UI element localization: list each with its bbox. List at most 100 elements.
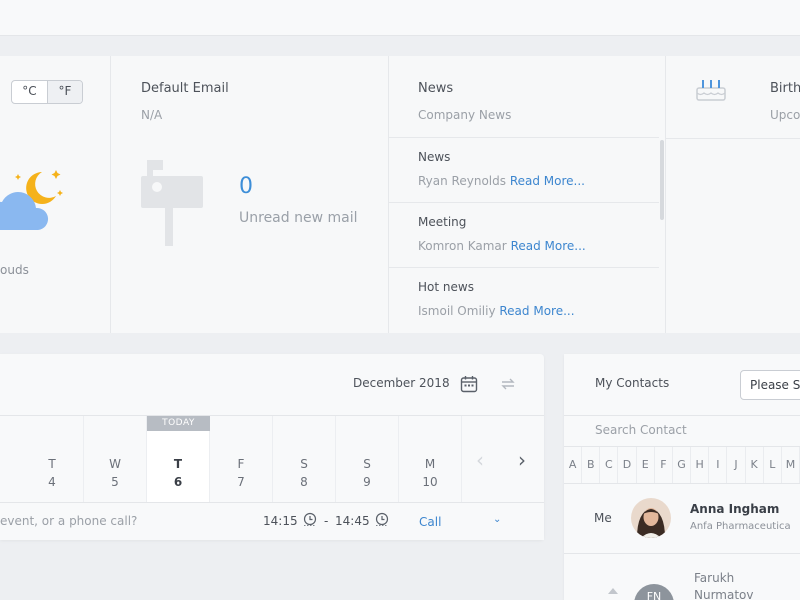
event-title-input[interactable]: event, or a phone call? — [0, 514, 137, 528]
caret-up-icon — [608, 588, 618, 594]
today-badge: TODAY — [147, 416, 210, 431]
day-cell[interactable]: M 10 — [399, 416, 462, 502]
day-letter: M — [424, 457, 436, 471]
email-widget: Default Email N/A 0 Unread new mail — [111, 56, 389, 333]
contact-name: Farukh Nurmatov — [694, 571, 754, 600]
moon-cloud-icon — [0, 170, 63, 230]
news-item-title: News — [418, 150, 451, 164]
birthdays-widget: Birth Upco — [666, 56, 800, 333]
divider — [564, 415, 800, 416]
widget-row: °C °F ouds Default Email N/A 0 Unread ne… — [0, 56, 800, 333]
unread-label: Unread new mail — [239, 210, 358, 226]
calendar-card: December 2018 T 4 W 5 TODAY T 6 F 7 S 8 … — [0, 354, 544, 540]
unread-count: 0 — [239, 174, 253, 199]
news-header: News Company News — [389, 56, 659, 138]
cake-icon — [696, 80, 726, 101]
day-cell[interactable]: S 9 — [336, 416, 399, 502]
news-subtitle: Company News — [418, 108, 512, 122]
letter-filter[interactable]: B — [582, 447, 601, 483]
letter-filter[interactable]: M — [782, 447, 800, 483]
letter-filter[interactable]: C — [600, 447, 619, 483]
news-item[interactable]: Meeting Komron Kamar Read More... — [389, 203, 659, 268]
calendar-icon[interactable] — [460, 375, 478, 393]
start-time[interactable]: 14:15 — [263, 514, 298, 528]
contact-search-input[interactable]: Search Contact — [595, 423, 687, 437]
contact-row[interactable]: FN Farukh Nurmatov — [564, 554, 800, 600]
email-address: N/A — [141, 108, 163, 122]
day-cell[interactable]: T 4 — [21, 416, 84, 502]
news-scrollbar[interactable] — [660, 140, 664, 220]
clock-icon[interactable] — [375, 512, 389, 526]
day-letter: S — [363, 457, 371, 471]
letter-filter[interactable]: F — [655, 447, 673, 483]
letter-filter[interactable]: H — [691, 447, 710, 483]
day-letter: T — [173, 457, 183, 471]
news-item[interactable]: News Ryan Reynolds Read More... — [389, 138, 659, 203]
chevron-down-icon[interactable]: ⌄ — [493, 514, 501, 525]
news-item-title: Meeting — [418, 215, 467, 229]
fahrenheit-button[interactable]: °F — [47, 81, 82, 103]
letter-filter[interactable]: I — [709, 447, 728, 483]
birthdays-subtitle: Upco — [770, 108, 800, 122]
day-cell[interactable]: W 5 — [84, 416, 147, 502]
day-number: 4 — [48, 475, 56, 489]
read-more-link[interactable]: Read More... — [499, 304, 574, 318]
letter-filter[interactable]: G — [673, 447, 692, 483]
top-bar — [0, 0, 800, 36]
calendar-month: December 2018 — [353, 376, 450, 390]
contacts-filter-select[interactable]: Please S — [740, 370, 800, 400]
day-cell[interactable]: S 8 — [273, 416, 336, 502]
celsius-button[interactable]: °C — [12, 81, 47, 103]
day-number: 7 — [237, 475, 245, 489]
day-letter: T — [48, 457, 56, 471]
letter-filter[interactable]: L — [764, 447, 782, 483]
news-item[interactable]: Hot news Ismoil Omiliy Read More... — [389, 268, 659, 333]
contact-company: Anfa Pharmaceutica — [690, 521, 791, 532]
me-label: Me — [594, 511, 612, 525]
day-number: 5 — [111, 475, 119, 489]
weather-widget: °C °F ouds — [0, 56, 111, 333]
news-item-author: Komron Kamar — [418, 239, 507, 253]
day-number: 9 — [363, 475, 371, 489]
mailbox-icon — [141, 160, 203, 246]
day-number: 6 — [173, 475, 183, 489]
letter-filter[interactable]: A — [564, 447, 583, 483]
day-cell[interactable]: F 7 — [210, 416, 273, 502]
news-item-title: Hot news — [418, 280, 474, 294]
time-separator: - — [324, 514, 329, 528]
day-letter: W — [109, 457, 121, 471]
alphabet-filter: A B C D E F G H I J K L M — [564, 447, 800, 483]
read-more-link[interactable]: Read More... — [511, 239, 586, 253]
news-title: News — [418, 81, 454, 96]
birthdays-title: Birth — [770, 81, 800, 96]
contact-row-me[interactable]: Me Anna Ingham Anfa Pharmaceutica — [564, 484, 800, 554]
letter-filter[interactable]: J — [727, 447, 746, 483]
sync-icon[interactable] — [499, 375, 517, 393]
day-cell-today[interactable]: TODAY T 6 — [147, 416, 210, 502]
clock-icon[interactable] — [303, 512, 317, 526]
event-entry-row: event, or a phone call? 14:15 - 14:45 Ca… — [0, 502, 544, 540]
divider — [666, 138, 800, 139]
event-type-select[interactable]: Call — [419, 515, 441, 529]
day-letter: S — [300, 457, 308, 471]
contacts-title: My Contacts — [595, 376, 670, 390]
news-item-author: Ryan Reynolds — [418, 174, 506, 188]
chevron-left-icon[interactable]: ‹ — [470, 450, 490, 471]
chevron-right-icon[interactable]: › — [512, 450, 532, 471]
news-item-author: Ismoil Omiliy — [418, 304, 496, 318]
day-number: 10 — [422, 475, 438, 489]
weather-condition: ouds — [0, 263, 29, 277]
letter-filter[interactable]: D — [618, 447, 637, 483]
contact-name: Anna Ingham — [690, 502, 780, 516]
end-time[interactable]: 14:45 — [335, 514, 370, 528]
week-strip: T 4 W 5 TODAY T 6 F 7 S 8 S 9 M 10 ‹ › — [0, 416, 544, 502]
email-title: Default Email — [141, 81, 229, 96]
news-widget: News Company News News Ryan Reynolds Rea… — [389, 56, 666, 333]
day-number: 8 — [300, 475, 308, 489]
letter-filter[interactable]: K — [746, 447, 764, 483]
letter-filter[interactable]: E — [637, 447, 655, 483]
day-letter: F — [237, 457, 245, 471]
avatar: FN — [634, 584, 674, 600]
calendar-header: December 2018 — [0, 354, 544, 416]
read-more-link[interactable]: Read More... — [510, 174, 585, 188]
